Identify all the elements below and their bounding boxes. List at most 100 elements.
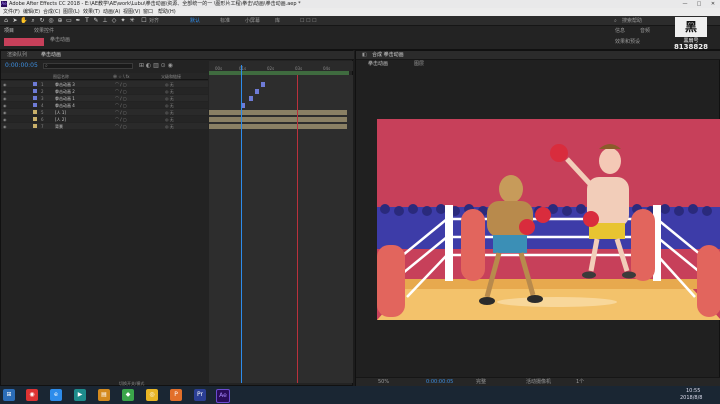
timeline-tab-comp[interactable]: 拳击动画	[41, 51, 61, 59]
playhead[interactable]	[241, 65, 242, 383]
info-tab[interactable]: 信息	[615, 26, 625, 36]
layer-number: 4	[41, 103, 44, 108]
audio-tab[interactable]: 音频	[640, 26, 650, 36]
brush-tool-icon[interactable]: ✎	[92, 17, 100, 25]
time-ruler[interactable]: 00s 01s 02s 03s 04s	[209, 61, 353, 71]
menu-item-file[interactable]: 文件(F)	[3, 8, 20, 16]
layer-color-label[interactable]	[33, 96, 37, 100]
composition-canvas[interactable]	[377, 119, 720, 320]
taskbar-date: 2018/8/8	[680, 395, 703, 401]
ie-icon[interactable]: e	[50, 389, 62, 401]
layer-row[interactable]: ◉ 7 背景 ⌒ / ▢ ◎ 无	[1, 123, 208, 129]
layer-switches[interactable]: ⌒ / ▢	[115, 124, 127, 130]
rectangle-tool-icon[interactable]: ▭	[65, 17, 73, 25]
windows-start-icon[interactable]: ⊞	[3, 389, 15, 401]
timeline-timecode[interactable]: 0:00:00:05	[5, 62, 38, 69]
menu-item-window[interactable]: 窗口	[143, 8, 153, 16]
layer-row[interactable]: ◉ 4 拳击动画 4 ⌒ / ▢ ◎ 无	[1, 102, 208, 108]
puppet-tool-icon[interactable]: ✳	[128, 17, 136, 25]
viewer-tabs: ◧ 合成 拳击动画	[356, 51, 720, 60]
viewer-breadcrumb[interactable]: 拳击动画	[368, 59, 388, 69]
viewer-lock-icon[interactable]: ◧	[362, 51, 367, 59]
column-layer-name: 图层名称	[53, 74, 69, 79]
roto-tool-icon[interactable]: ✦	[119, 17, 127, 25]
workspace-standard[interactable]: 标准	[220, 16, 230, 26]
visibility-eye-icon[interactable]: ◉	[3, 110, 7, 115]
pan-behind-tool-icon[interactable]: ⊕	[56, 17, 64, 25]
layer-color-label[interactable]	[33, 110, 37, 114]
chrome-icon[interactable]: ◎	[146, 389, 158, 401]
visibility-eye-icon[interactable]: ◉	[3, 96, 7, 101]
zoom-tool-icon[interactable]: ⌕	[29, 17, 37, 25]
folder-icon[interactable]: ▤	[98, 389, 110, 401]
menu-item-animation[interactable]: 动画(A)	[103, 8, 120, 16]
snap-checkbox-icon[interactable]: ☐	[140, 17, 148, 25]
timeline-tab-render-queue[interactable]: 渲染队列	[7, 51, 27, 59]
visibility-eye-icon[interactable]: ◉	[3, 117, 7, 122]
layer-track-bar[interactable]	[209, 110, 347, 115]
eraser-tool-icon[interactable]: ◇	[110, 17, 118, 25]
workspace-default[interactable]: 默认	[190, 16, 200, 26]
project-tab[interactable]: 项目	[4, 26, 14, 36]
search-help-icon[interactable]: ⌕	[614, 16, 617, 26]
visibility-eye-icon[interactable]: ◉	[3, 89, 7, 94]
menu-item-layer[interactable]: 图层(L)	[63, 8, 80, 16]
viewer-layer-breadcrumb[interactable]: 图层	[414, 59, 424, 69]
workspace-library[interactable]: 库	[275, 16, 280, 26]
layer-color-label[interactable]	[33, 82, 37, 86]
close-button[interactable]: ✕	[706, 0, 720, 8]
layer-track-bar[interactable]	[249, 96, 253, 101]
viewer-tab[interactable]: 合成 拳击动画	[372, 51, 404, 59]
layer-color-label[interactable]	[33, 124, 37, 128]
after-effects-icon[interactable]: Ae	[216, 389, 230, 403]
menu-item-composition[interactable]: 合成(C)	[43, 8, 60, 16]
home-icon[interactable]: ⌂	[2, 17, 10, 25]
visibility-eye-icon[interactable]: ◉	[3, 124, 7, 129]
project-color-swatch	[4, 38, 44, 46]
minimize-button[interactable]: —	[678, 0, 692, 8]
media-icon[interactable]: ▶	[74, 389, 86, 401]
menu-item-help[interactable]: 帮助(H)	[158, 8, 176, 16]
layer-row[interactable]: ◉ 3 拳击动画 1 ⌒ / ▢ ◎ 无	[1, 95, 208, 101]
layer-number: 7	[41, 124, 44, 129]
layer-name[interactable]: 背景	[55, 124, 63, 130]
app-icon[interactable]: ◆	[122, 389, 134, 401]
browser-icon[interactable]: ◉	[26, 389, 38, 401]
office-icon[interactable]: P	[170, 389, 182, 401]
hand-tool-icon[interactable]: ✋	[20, 17, 28, 25]
stamp-tool-icon[interactable]: ⊥	[101, 17, 109, 25]
type-tool-icon[interactable]: T	[83, 17, 91, 25]
rotate-tool-icon[interactable]: ↻	[38, 17, 46, 25]
timeline-search-input[interactable]: ⌕	[43, 63, 133, 69]
layer-row[interactable]: ◉ 6 [人 2] ⌒ / ▢ ◎ 无	[1, 116, 208, 122]
layer-track-bar[interactable]	[255, 89, 259, 94]
layer-color-label[interactable]	[33, 103, 37, 107]
camera-tool-icon[interactable]: ◎	[47, 17, 55, 25]
visibility-eye-icon[interactable]: ◉	[3, 103, 7, 108]
maximize-button[interactable]: □	[692, 0, 706, 8]
layer-number: 5	[41, 110, 44, 115]
layer-track-bar[interactable]	[209, 124, 347, 129]
taskbar-time: 10:55	[686, 388, 701, 394]
menu-item-edit[interactable]: 编辑(E)	[23, 8, 40, 16]
layer-color-label[interactable]	[33, 89, 37, 93]
timeline-switch-icons[interactable]: ⊞ ◐ ▥ ⊙ ◉	[139, 62, 173, 69]
layer-track-bar[interactable]	[209, 117, 347, 122]
pen-tool-icon[interactable]: ✒	[74, 17, 82, 25]
layer-row[interactable]: ◉ 1 拳击动画 3 ⌒ / ▢ ◎ 无	[1, 81, 208, 87]
visibility-eye-icon[interactable]: ◉	[3, 82, 7, 87]
workspace-small-screen[interactable]: 小屏幕	[245, 16, 260, 26]
layer-color-label[interactable]	[33, 117, 37, 121]
selection-tool-icon[interactable]: ➤	[11, 17, 19, 25]
menu-item-effect[interactable]: 效果(T)	[83, 8, 100, 16]
layer-row[interactable]: ◉ 5 [人 1] ⌒ / ▢ ◎ 无	[1, 109, 208, 115]
layer-track-bar[interactable]	[261, 82, 265, 87]
search-help-input[interactable]: 搜索帮助	[622, 16, 642, 26]
premiere-icon[interactable]: Pr	[194, 389, 206, 401]
checkbox-icon[interactable]: ☐ ☐ ☐	[300, 16, 317, 26]
effects-presets-tab[interactable]: 效果和预设	[615, 37, 640, 47]
menu-item-view[interactable]: 视图(V)	[123, 8, 140, 16]
layer-parent-select[interactable]: ◎ 无	[165, 124, 174, 130]
layer-row[interactable]: ◉ 2 拳击动画 2 ⌒ / ▢ ◎ 无	[1, 88, 208, 94]
corner-pad-front-left	[377, 245, 405, 317]
